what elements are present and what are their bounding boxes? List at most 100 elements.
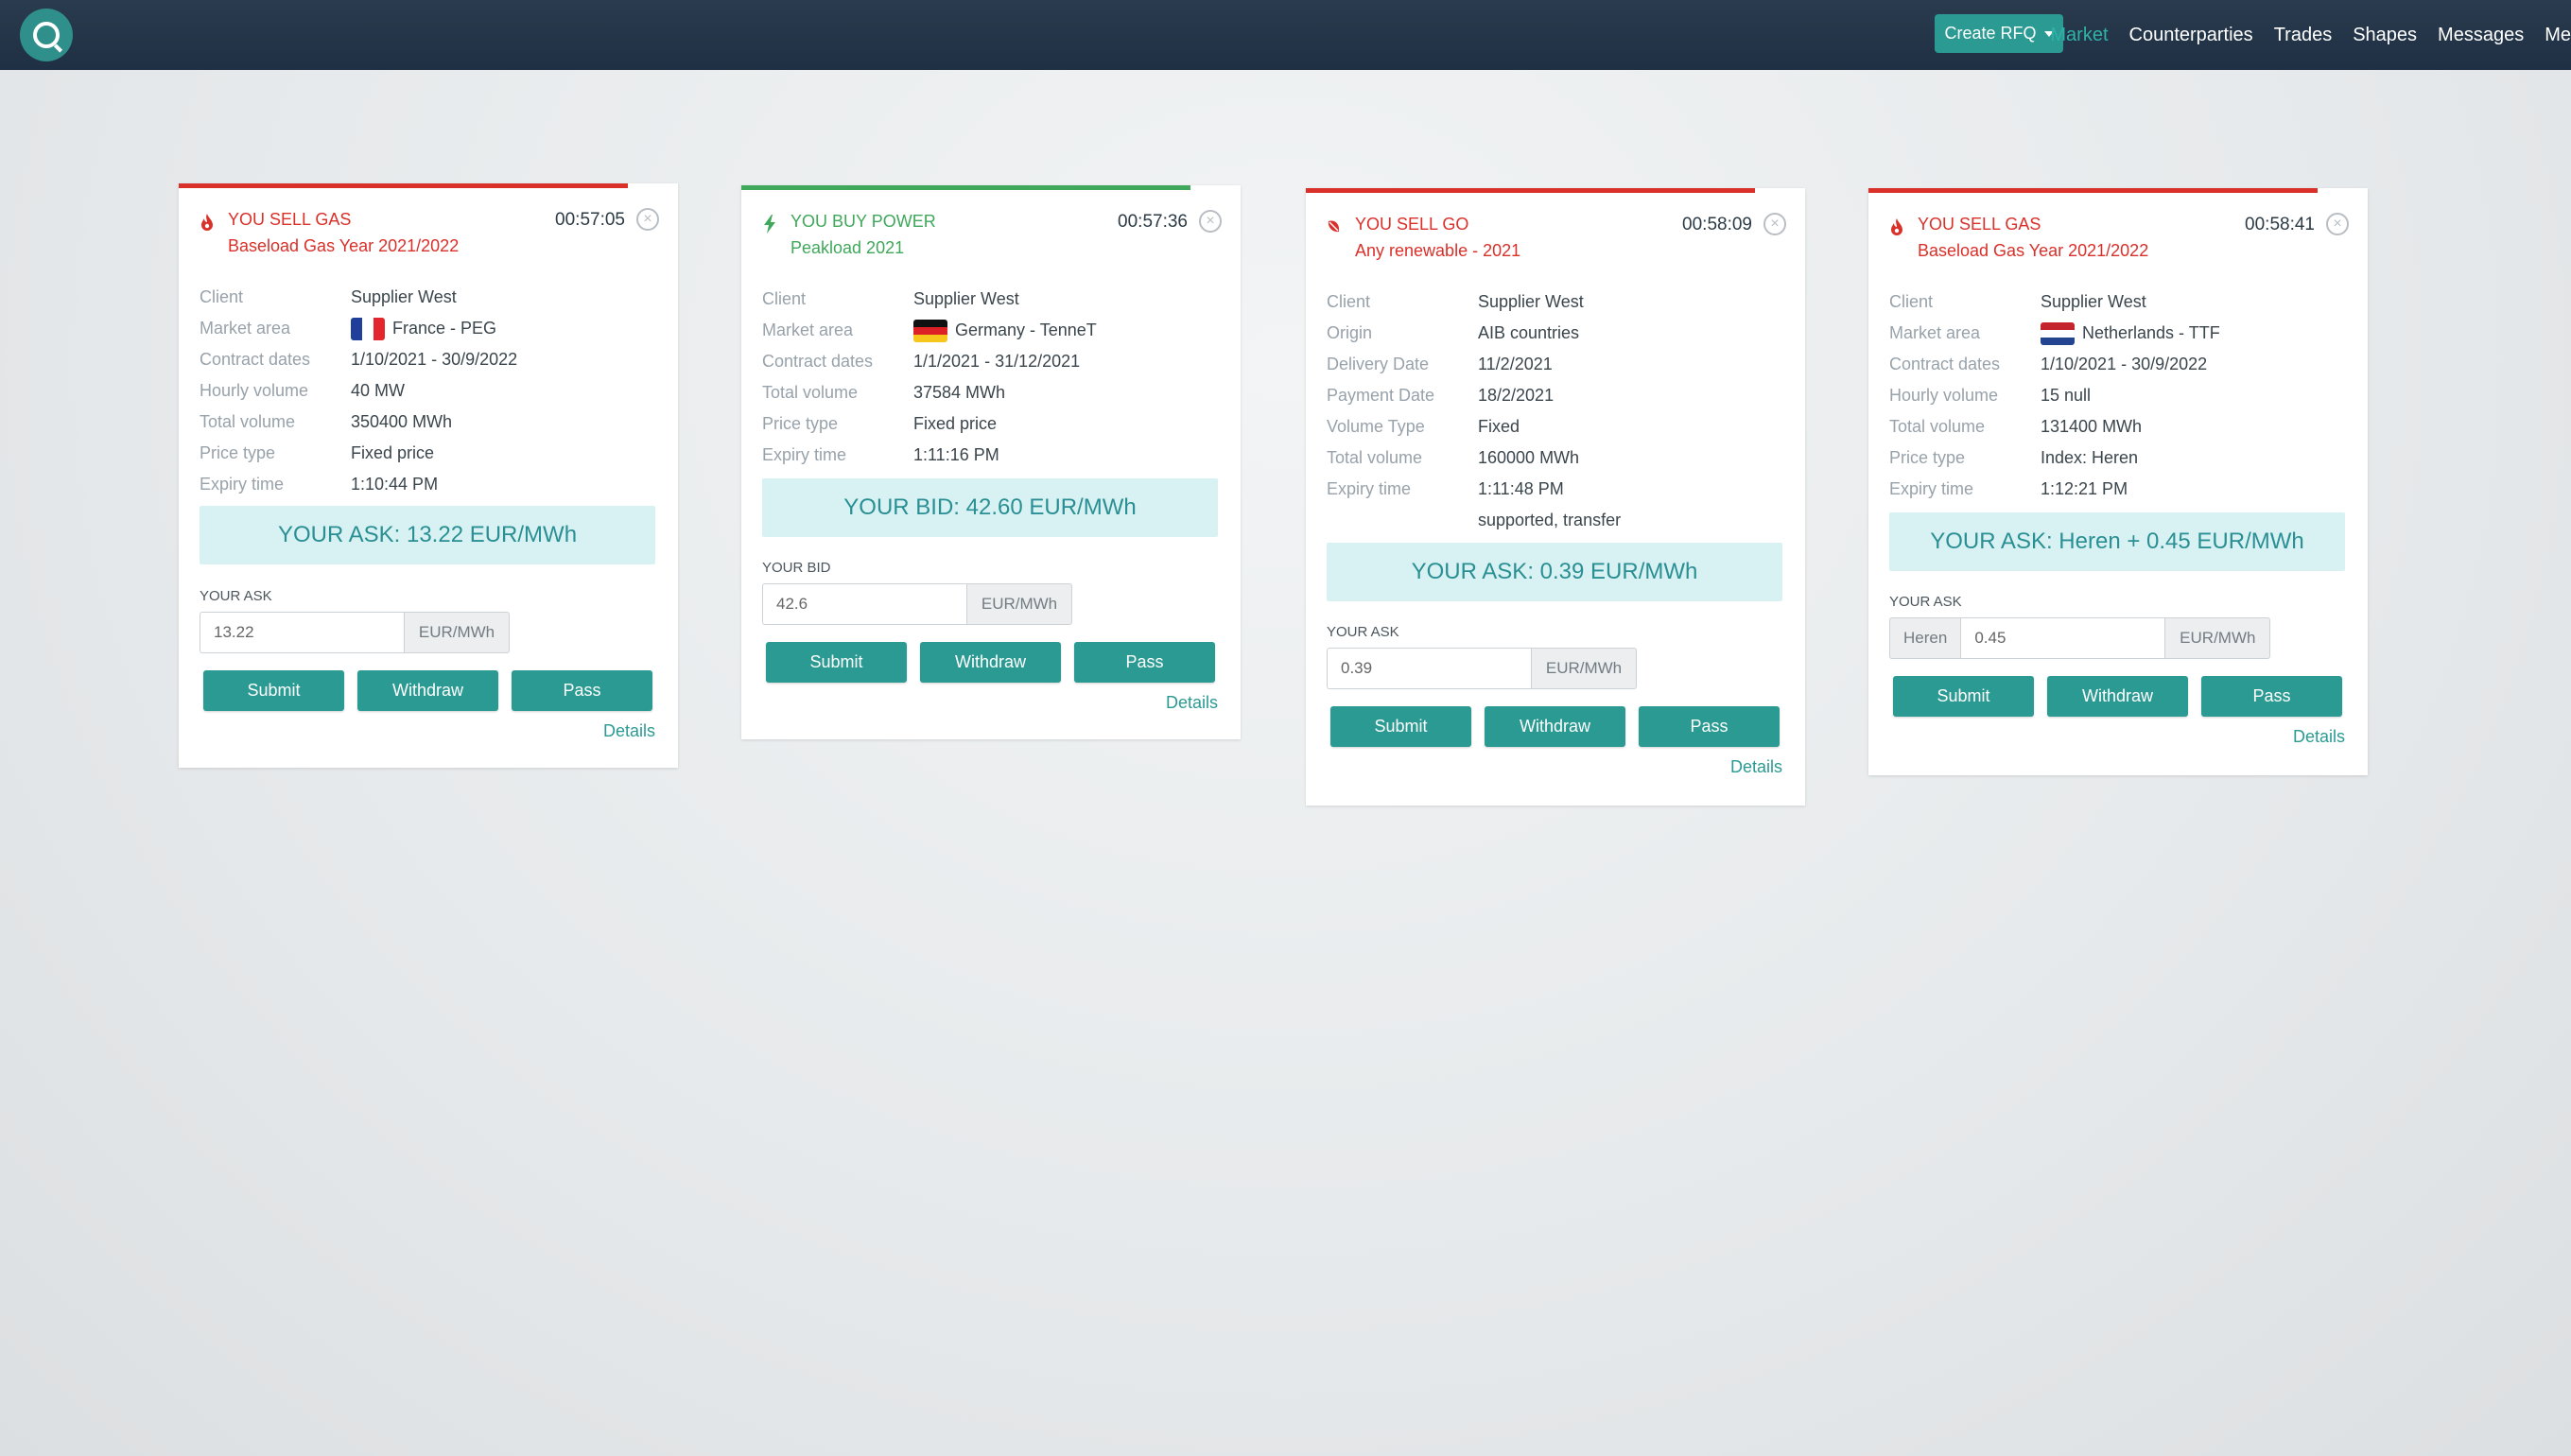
detail-value: Index: Heren [2041, 448, 2139, 467]
detail-row: Delivery Date 11/2/2021 [1327, 349, 1786, 380]
card-actions: Submit Withdraw Pass [1330, 706, 1780, 747]
card-timer: 00:57:36 [1118, 212, 1188, 232]
detail-row: Client Supplier West [200, 282, 659, 313]
close-icon[interactable]: × [636, 208, 659, 231]
card-product: Baseload Gas Year 2021/2022 [1918, 241, 2149, 260]
nav-link-trades[interactable]: Trades [2274, 25, 2333, 46]
detail-row: Total volume 350400 MWh [200, 407, 659, 438]
withdraw-button[interactable]: Withdraw [920, 642, 1061, 683]
details-link[interactable]: Details [1730, 757, 1782, 777]
price-input-group: 42.6 EUR/MWh [762, 583, 1072, 625]
pass-button[interactable]: Pass [1639, 706, 1780, 747]
rfq-card: YOU SELL GO Any renewable - 2021 00:58:0… [1306, 188, 1805, 806]
nav-link-messages[interactable]: Messages [2438, 25, 2524, 46]
details-link[interactable]: Details [1166, 693, 1218, 713]
price-input-group: 13.22 EUR/MWh [200, 612, 510, 653]
card-header: YOU SELL GO Any renewable - 2021 00:58:0… [1327, 213, 1786, 268]
details-link[interactable]: Details [603, 721, 655, 741]
nav-links: Market Counterparties Trades Shapes Mess… [2029, 0, 2571, 70]
card-side: YOU BUY POWER [790, 212, 936, 231]
detail-label: Client [200, 287, 244, 306]
detail-label: Expiry time [200, 475, 285, 494]
submit-button[interactable]: Submit [766, 642, 907, 683]
card-side: YOU SELL GAS [228, 210, 352, 229]
detail-value: Fixed price [913, 414, 998, 433]
pass-button[interactable]: Pass [512, 670, 652, 711]
price-input[interactable]: 0.45 [1960, 617, 2165, 659]
details-link[interactable]: Details [2293, 727, 2345, 747]
submit-button[interactable]: Submit [1330, 706, 1471, 747]
detail-row: Price type Fixed price [762, 408, 1222, 440]
price-input[interactable]: 42.6 [762, 583, 966, 625]
detail-value: AIB countries [1478, 323, 1580, 342]
detail-row: Contract dates 1/1/2021 - 31/12/2021 [762, 346, 1222, 377]
detail-row: Price type Index: Heren [1889, 442, 2349, 474]
detail-row: Total volume 160000 MWh [1327, 442, 1786, 474]
detail-label: Market area [762, 321, 854, 339]
card-status-bar [741, 185, 1191, 190]
card-actions: Submit Withdraw Pass [203, 670, 652, 711]
detail-row: Volume Type Fixed [1327, 411, 1786, 442]
detail-label: Expiry time [762, 445, 847, 464]
detail-row: Client Supplier West [1327, 286, 1786, 318]
card-details-list: Client Supplier West Origin AIB countries … [1327, 286, 1786, 536]
nav-link-me[interactable]: Me [2545, 25, 2571, 46]
detail-row: Expiry time 1:11:48 PM [1327, 474, 1786, 505]
card-details-list: Client Supplier West Market area France - … [200, 282, 659, 500]
submit-button[interactable]: Submit [203, 670, 344, 711]
close-icon[interactable]: × [1763, 213, 1786, 235]
detail-row: Total volume 131400 MWh [1889, 411, 2349, 442]
detail-value: 131400 MWh [2041, 417, 2143, 436]
your-price-label: YOUR ASK [200, 588, 272, 604]
detail-value: Supplier West [351, 287, 457, 306]
detail-value: 37584 MWh [913, 383, 1006, 402]
detail-label: Total volume [1889, 417, 1986, 436]
detail-row: Market area Netherlands - TTF [1889, 318, 2349, 349]
unit-addon: EUR/MWh [404, 612, 510, 653]
withdraw-button[interactable]: Withdraw [2047, 676, 2188, 717]
detail-row: Expiry time 1:11:16 PM [762, 440, 1222, 471]
detail-label: Delivery Date [1327, 355, 1430, 373]
withdraw-button[interactable]: Withdraw [1485, 706, 1625, 747]
card-details-list: Client Supplier West Market area Netherlan… [1889, 286, 2349, 505]
card-timer: 00:58:09 [1682, 215, 1752, 234]
nav-link-market[interactable]: Market [2050, 25, 2108, 46]
close-icon[interactable]: × [2326, 213, 2349, 235]
detail-value-wrap: France - PEG [351, 317, 496, 340]
your-price-label: YOUR BID [762, 560, 831, 576]
card-header: YOU SELL GAS Baseload Gas Year 2021/2022… [200, 208, 659, 263]
app-logo[interactable] [20, 9, 73, 61]
detail-label: Total volume [762, 383, 859, 402]
detail-row: Client Supplier West [1889, 286, 2349, 318]
price-input[interactable]: 13.22 [200, 612, 404, 653]
pass-button[interactable]: Pass [1074, 642, 1215, 683]
card-status-bar [1868, 188, 2319, 193]
detail-label: Origin [1327, 323, 1373, 342]
flame-icon [1891, 218, 1902, 235]
pass-button[interactable]: Pass [2201, 676, 2342, 717]
detail-value: 1:11:16 PM [913, 445, 999, 464]
detail-label: Expiry time [1889, 479, 1974, 498]
detail-label: Contract dates [1889, 355, 2001, 373]
detail-value: 1:11:48 PM [1478, 479, 1564, 498]
nav-link-counterparties[interactable]: Counterparties [2129, 25, 2253, 46]
detail-label: Contract dates [200, 350, 311, 369]
card-product: Baseload Gas Year 2021/2022 [228, 236, 460, 255]
price-input-group: Heren 0.45 EUR/MWh [1889, 617, 2271, 659]
detail-value: Germany - TenneT [955, 321, 1097, 339]
detail-row: Contract dates 1/10/2021 - 30/9/2022 [200, 344, 659, 375]
detail-value: 40 MW [351, 381, 406, 400]
withdraw-button[interactable]: Withdraw [357, 670, 498, 711]
detail-value: 15 null [2041, 386, 2092, 405]
detail-label: Market area [1889, 323, 1981, 342]
card-product: Any renewable - 2021 [1355, 241, 1521, 260]
close-icon[interactable]: × [1199, 210, 1222, 233]
detail-value: supported, transfer [1478, 511, 1622, 529]
submit-button[interactable]: Submit [1893, 676, 2034, 717]
detail-label: Expiry time [1327, 479, 1412, 498]
detail-label: Payment Date [1327, 386, 1435, 405]
card-status-bar [1306, 188, 1756, 193]
nav-link-shapes[interactable]: Shapes [2353, 25, 2417, 46]
detail-label: Total volume [200, 412, 296, 431]
price-input[interactable]: 0.39 [1327, 648, 1531, 689]
